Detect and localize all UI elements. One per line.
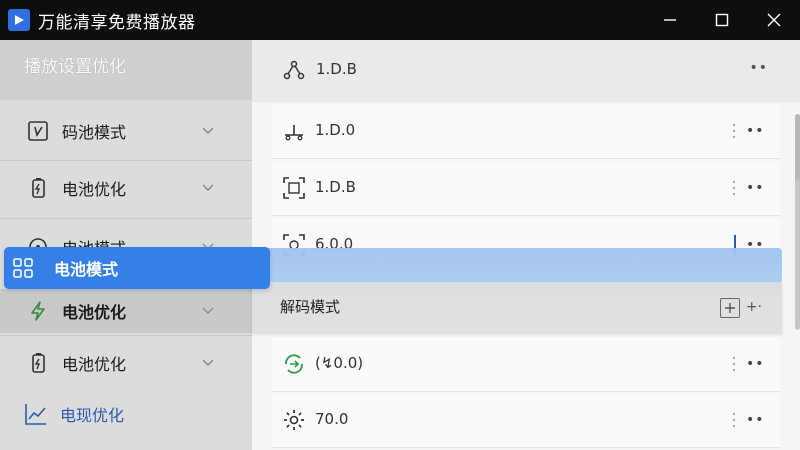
row-value: 1.D.0 (315, 121, 356, 139)
window-title: 万能清享免费播放器 (38, 12, 196, 33)
header-value: 1.D.B (316, 60, 357, 78)
sidebar-item-label: 码池模式 (62, 123, 127, 142)
more-icon[interactable]: •• (746, 412, 766, 428)
chevron-down-icon (202, 307, 214, 314)
sidebar-item-label: 电池优化 (62, 355, 127, 374)
sidebar-item-label: 电现优化 (60, 406, 125, 425)
main-header: 1.D.B •• (252, 40, 800, 102)
battery-icon (26, 351, 50, 375)
more-icon[interactable]: •• (749, 60, 768, 76)
list-item[interactable]: 70.0 •• (272, 393, 780, 448)
sidebar: 播放设置优化 码池模式 电池优化 电池模式 电池优化 (0, 40, 252, 450)
more-icon[interactable]: •• (746, 180, 766, 196)
row-value: (↯0.0) (315, 354, 364, 372)
vertical-dots-icon (732, 412, 736, 428)
battery-icon (26, 176, 50, 200)
gear-icon (284, 410, 304, 430)
sidebar-item-label: 电池优化 (62, 303, 127, 322)
title-bar: 万能清享免费播放器 (0, 0, 800, 40)
sidebar-item-label: 电池优化 (62, 180, 127, 199)
decode-mode-title: 解码模式 (280, 298, 341, 316)
app-logo-icon (8, 9, 30, 31)
sidebar-item-4[interactable]: 电池优化 (0, 334, 252, 392)
minimize-icon (664, 19, 676, 21)
sidebar-item-0[interactable]: 码池模式 (0, 102, 252, 160)
maximize-icon (715, 13, 729, 27)
scrollbar-track[interactable] (795, 180, 800, 330)
sidebar-title: 播放设置优化 (24, 57, 126, 77)
main-panel: 1.D.B •• 1.D.0 •• 1.D.B •• 6.0.0 •• (↯0.… (252, 40, 800, 450)
sidebar-header: 播放设置优化 (0, 40, 252, 100)
video-frame-icon (26, 119, 50, 143)
list-item[interactable]: (↯0.0) •• (272, 337, 780, 392)
network-nodes-icon (283, 60, 305, 80)
minimize-button[interactable] (644, 0, 696, 40)
row-value: 1.D.B (315, 178, 356, 196)
chevron-down-icon (202, 127, 214, 134)
timeline-icon (285, 125, 303, 141)
vertical-dots-icon (732, 123, 736, 139)
green-sync-icon (285, 354, 303, 374)
list-item[interactable]: 1.D.B •• (272, 161, 780, 216)
vertical-dots-icon (732, 356, 736, 372)
grid-icon (12, 257, 34, 279)
row-value: 70.0 (315, 410, 349, 428)
close-icon (767, 13, 781, 27)
list-item[interactable]: 1.D.0 •• (272, 104, 780, 159)
decode-more-label[interactable]: +· (746, 299, 762, 315)
line-chart-icon (24, 402, 48, 426)
sidebar-item-bottom[interactable]: 电现优化 (0, 390, 252, 438)
vertical-dots-icon (732, 180, 736, 196)
add-icon[interactable] (720, 298, 740, 318)
sidebar-item-3[interactable]: 电池优化 (0, 282, 252, 340)
sidebar-item-1[interactable]: 电池优化 (0, 159, 252, 217)
decode-mode-row[interactable]: 解码模式 +· (252, 282, 782, 334)
chevron-down-icon (202, 359, 214, 366)
lightning-icon (26, 299, 50, 323)
sidebar-item-active[interactable]: 电池模式 (4, 247, 270, 289)
more-icon[interactable]: •• (746, 356, 766, 372)
close-button[interactable] (748, 0, 800, 40)
chevron-down-icon (202, 184, 214, 191)
sidebar-item-label: 电池模式 (54, 260, 119, 279)
maximize-button[interactable] (696, 0, 748, 40)
more-icon[interactable]: •• (746, 123, 766, 139)
scan-frame-icon (283, 177, 305, 199)
